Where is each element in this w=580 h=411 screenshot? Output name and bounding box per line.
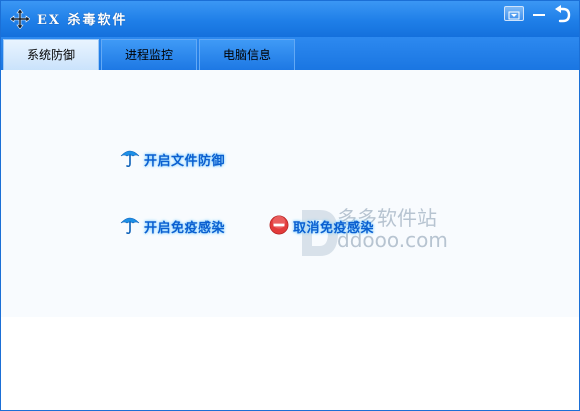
menu-button[interactable] (504, 6, 524, 21)
tab-bar: 系统防御 进程监控 电脑信息 (1, 37, 579, 71)
return-arrow-icon (555, 5, 571, 23)
umbrella-icon (120, 150, 140, 168)
minimize-icon (533, 14, 545, 16)
enable-immune-infection-label: 开启免疫感染 (144, 221, 226, 236)
cancel-immune-infection-label: 取消免疫感染 (293, 221, 375, 236)
title-bar[interactable]: EX 杀毒软件 (1, 1, 579, 37)
dropdown-icon (508, 11, 520, 20)
move-arrows-icon (10, 9, 30, 29)
umbrella-icon (120, 217, 140, 235)
enable-file-defense-label: 开启文件防御 (144, 154, 226, 169)
window-title: EX 杀毒软件 (37, 13, 128, 28)
enable-file-defense-button[interactable]: 开启文件防御 (120, 147, 250, 169)
enable-immune-infection-button[interactable]: 开启免疫感染 (120, 214, 250, 236)
content-panel: 开启文件防御 开启免疫感染 多多软件站 ddooo.com 取消免疫感染 (1, 70, 579, 317)
cancel-immune-infection-button[interactable]: 取消免疫感染 (269, 214, 399, 236)
tab-system-defense[interactable]: 系统防御 (3, 39, 99, 71)
close-button[interactable] (552, 4, 574, 24)
cancel-circle-icon (269, 215, 289, 235)
minimize-button[interactable] (529, 6, 549, 21)
app-window: EX 杀毒软件 系统防御 进程监控 电脑信息 开启文件防御 开启免疫感染 多多软… (0, 0, 580, 411)
tab-process-monitor[interactable]: 进程监控 (101, 39, 197, 70)
tab-computer-info[interactable]: 电脑信息 (199, 39, 295, 70)
